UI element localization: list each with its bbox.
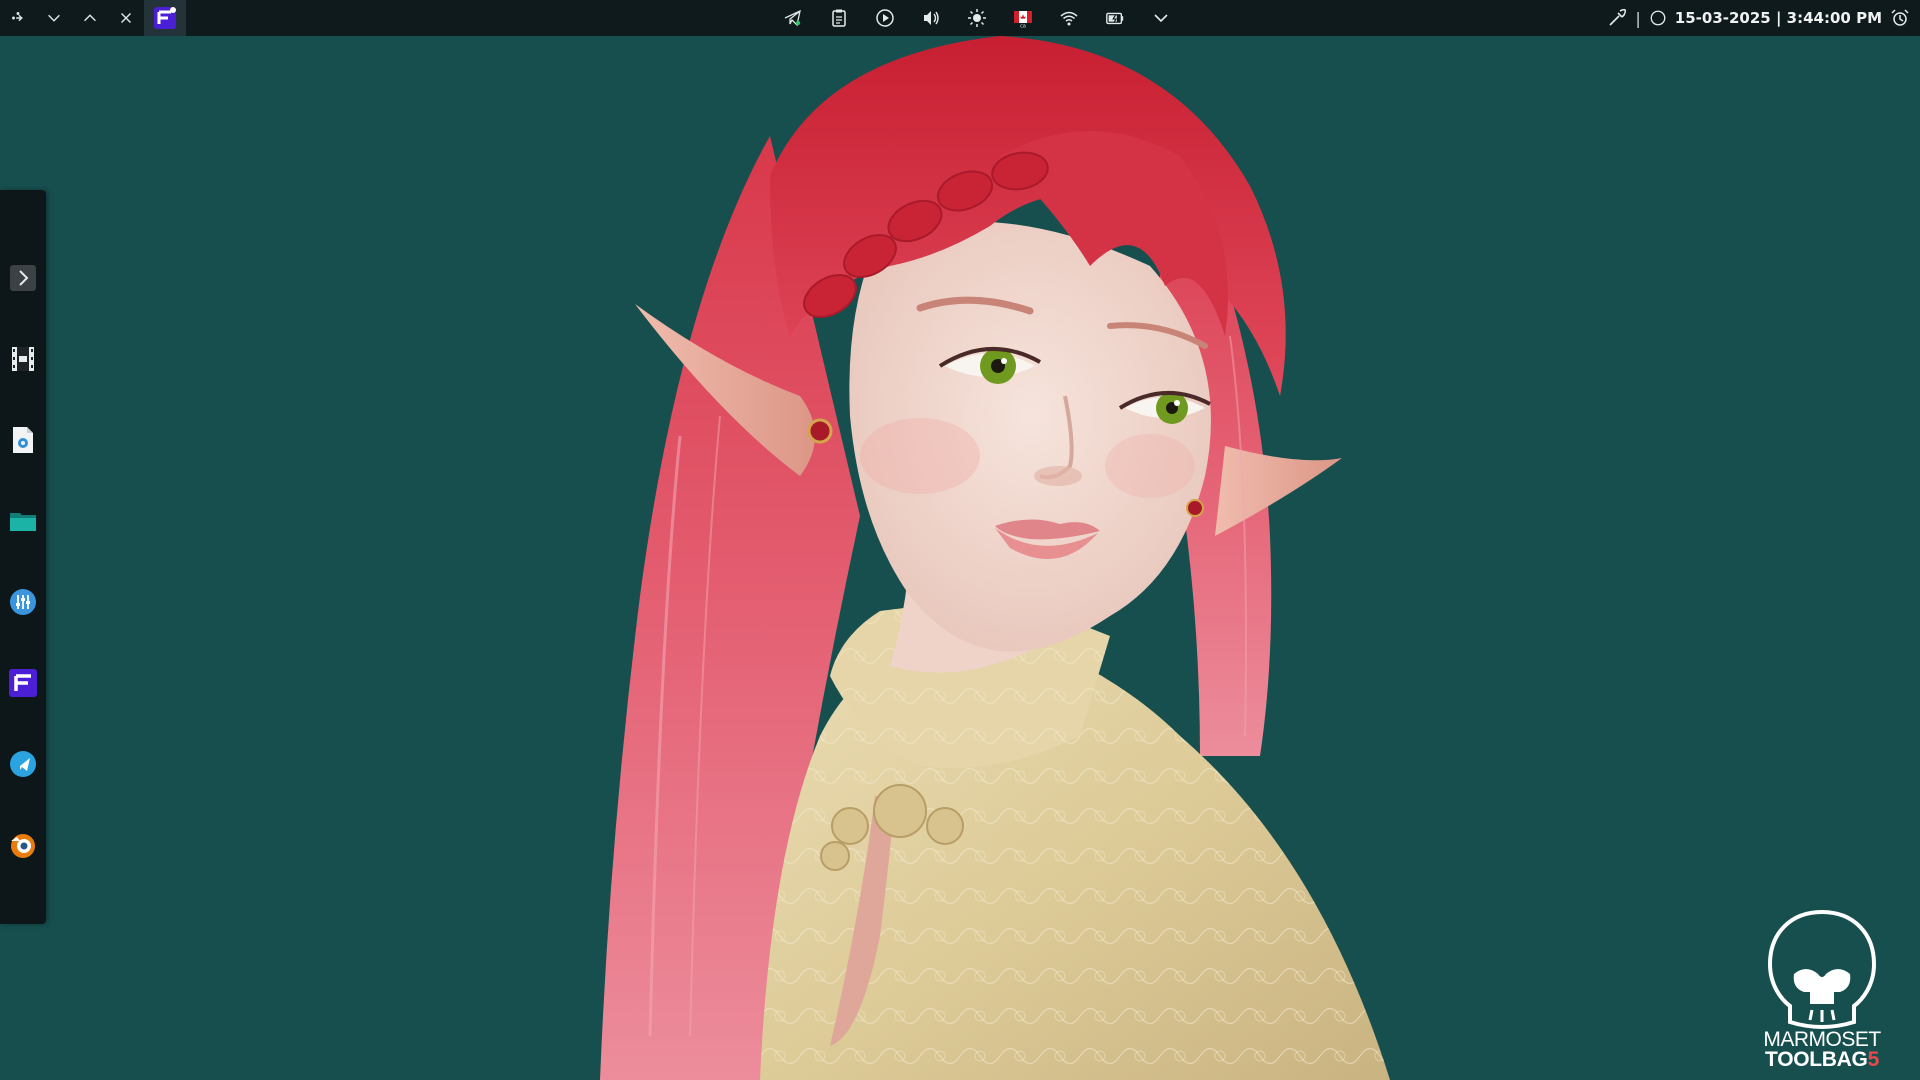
minimize-icon[interactable] xyxy=(36,0,72,36)
dock-item-telegram[interactable] xyxy=(5,746,41,782)
menu-icon[interactable] xyxy=(0,0,36,36)
top-panel: ca | 15-03-2025 | 3:44:00 PM xyxy=(0,0,1920,36)
logo-line2-text: TOOLBAG xyxy=(1765,1048,1868,1071)
dock-item-film-editor[interactable] xyxy=(5,341,41,377)
render-viewport[interactable] xyxy=(0,36,1920,1080)
dock-item-blender[interactable] xyxy=(5,827,41,863)
wifi-icon[interactable] xyxy=(1046,0,1092,36)
logo-line1: MARMOSET xyxy=(1763,1028,1881,1051)
blender-icon xyxy=(11,834,35,858)
window-controls xyxy=(0,0,186,36)
app-dock xyxy=(0,190,46,924)
fusion-app-icon xyxy=(9,669,37,697)
circle-icon[interactable] xyxy=(1649,9,1667,27)
document-settings-icon xyxy=(13,427,33,453)
system-tray: ca xyxy=(770,0,1184,36)
chevron-down-icon[interactable] xyxy=(1138,0,1184,36)
marmoset-skull-icon xyxy=(1767,909,1877,1029)
dock-item-file-manager[interactable] xyxy=(5,503,41,539)
alarm-icon[interactable] xyxy=(1890,8,1910,28)
dock-item-document-settings[interactable] xyxy=(5,422,41,458)
expand-dock-button[interactable] xyxy=(5,260,41,296)
status-area: | 15-03-2025 | 3:44:00 PM xyxy=(1607,0,1920,36)
expand-dock-icon xyxy=(10,265,36,291)
dock-item-fusion[interactable] xyxy=(5,665,41,701)
media-player-icon[interactable] xyxy=(862,0,908,36)
maximize-icon[interactable] xyxy=(72,0,108,36)
separator: | xyxy=(1635,8,1641,28)
brightness-icon[interactable] xyxy=(954,0,1000,36)
fusion-app-icon xyxy=(154,7,176,29)
telegram-tray-icon[interactable] xyxy=(770,0,816,36)
battery-icon[interactable] xyxy=(1092,0,1138,36)
svg-text:ca: ca xyxy=(1020,24,1026,29)
marmoset-toolbag-logo: MARMOSET TOOLBAG5 xyxy=(1752,908,1892,1078)
file-manager-icon xyxy=(10,513,36,531)
logo-version-number: 5 xyxy=(1867,1048,1880,1071)
dock-item-mixer[interactable] xyxy=(5,584,41,620)
logo-line2: TOOLBAG5 xyxy=(1752,1048,1892,1071)
mixer-icon xyxy=(10,589,36,615)
film-editor-icon xyxy=(12,347,34,371)
elf-character-render xyxy=(600,36,1390,1080)
keyboard-layout-icon[interactable]: ca xyxy=(1000,0,1046,36)
clock[interactable]: 15-03-2025 | 3:44:00 PM xyxy=(1675,9,1882,27)
active-task-fusion[interactable] xyxy=(144,0,186,36)
close-icon[interactable] xyxy=(108,0,144,36)
telegram-icon xyxy=(10,751,36,777)
color-picker-icon[interactable] xyxy=(1607,8,1627,28)
volume-icon[interactable] xyxy=(908,0,954,36)
clipboard-icon[interactable] xyxy=(816,0,862,36)
